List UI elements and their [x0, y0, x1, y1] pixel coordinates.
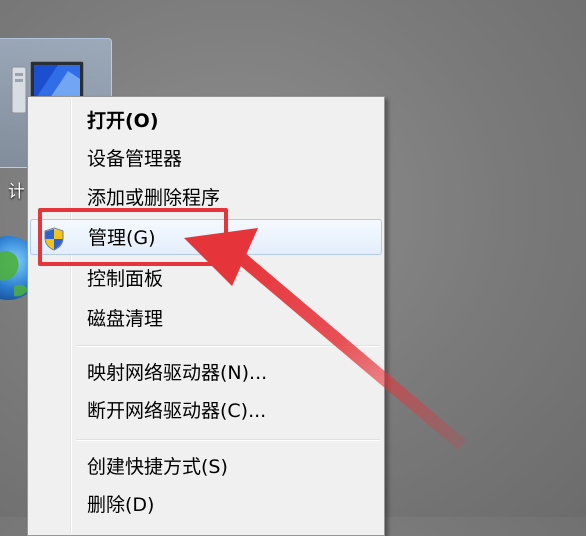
desktop: 计 打开(O) 设备管理器 添加或删除程序 管理(G) 控制面板 磁盘清理 映射… — [0, 0, 586, 536]
menu-item-label: 控制面板 — [87, 268, 164, 290]
menu-item-label: 删除(D) — [87, 494, 155, 516]
menu-item-label: 映射网络驱动器(N)... — [87, 362, 268, 384]
menu-separator — [76, 439, 380, 441]
menu-item-disk-cleanup[interactable]: 磁盘清理 — [30, 301, 382, 337]
context-menu: 打开(O) 设备管理器 添加或删除程序 管理(G) 控制面板 磁盘清理 映射网络… — [27, 96, 385, 536]
annotation-highlight-box — [38, 208, 228, 266]
menu-item-create-shortcut[interactable]: 创建快捷方式(S) — [30, 449, 382, 485]
menu-item-open[interactable]: 打开(O) — [30, 103, 382, 139]
menu-item-label: 设备管理器 — [87, 148, 183, 170]
menu-item-label: 创建快捷方式(S) — [87, 456, 228, 478]
menu-item-label: 断开网络驱动器(C)... — [87, 400, 267, 422]
menu-item-label: 磁盘清理 — [87, 308, 164, 330]
desktop-icon-computer-label: 计 — [8, 182, 24, 202]
menu-item-disconnect-network-drive[interactable]: 断开网络驱动器(C)... — [30, 393, 382, 429]
menu-item-device-manager[interactable]: 设备管理器 — [30, 141, 382, 177]
menu-item-control-panel[interactable]: 控制面板 — [30, 261, 382, 297]
menu-separator — [76, 345, 380, 347]
menu-item-map-network-drive[interactable]: 映射网络驱动器(N)... — [30, 355, 382, 391]
menu-item-label: 打开(O) — [87, 110, 159, 132]
menu-item-delete[interactable]: 删除(D) — [30, 487, 382, 523]
